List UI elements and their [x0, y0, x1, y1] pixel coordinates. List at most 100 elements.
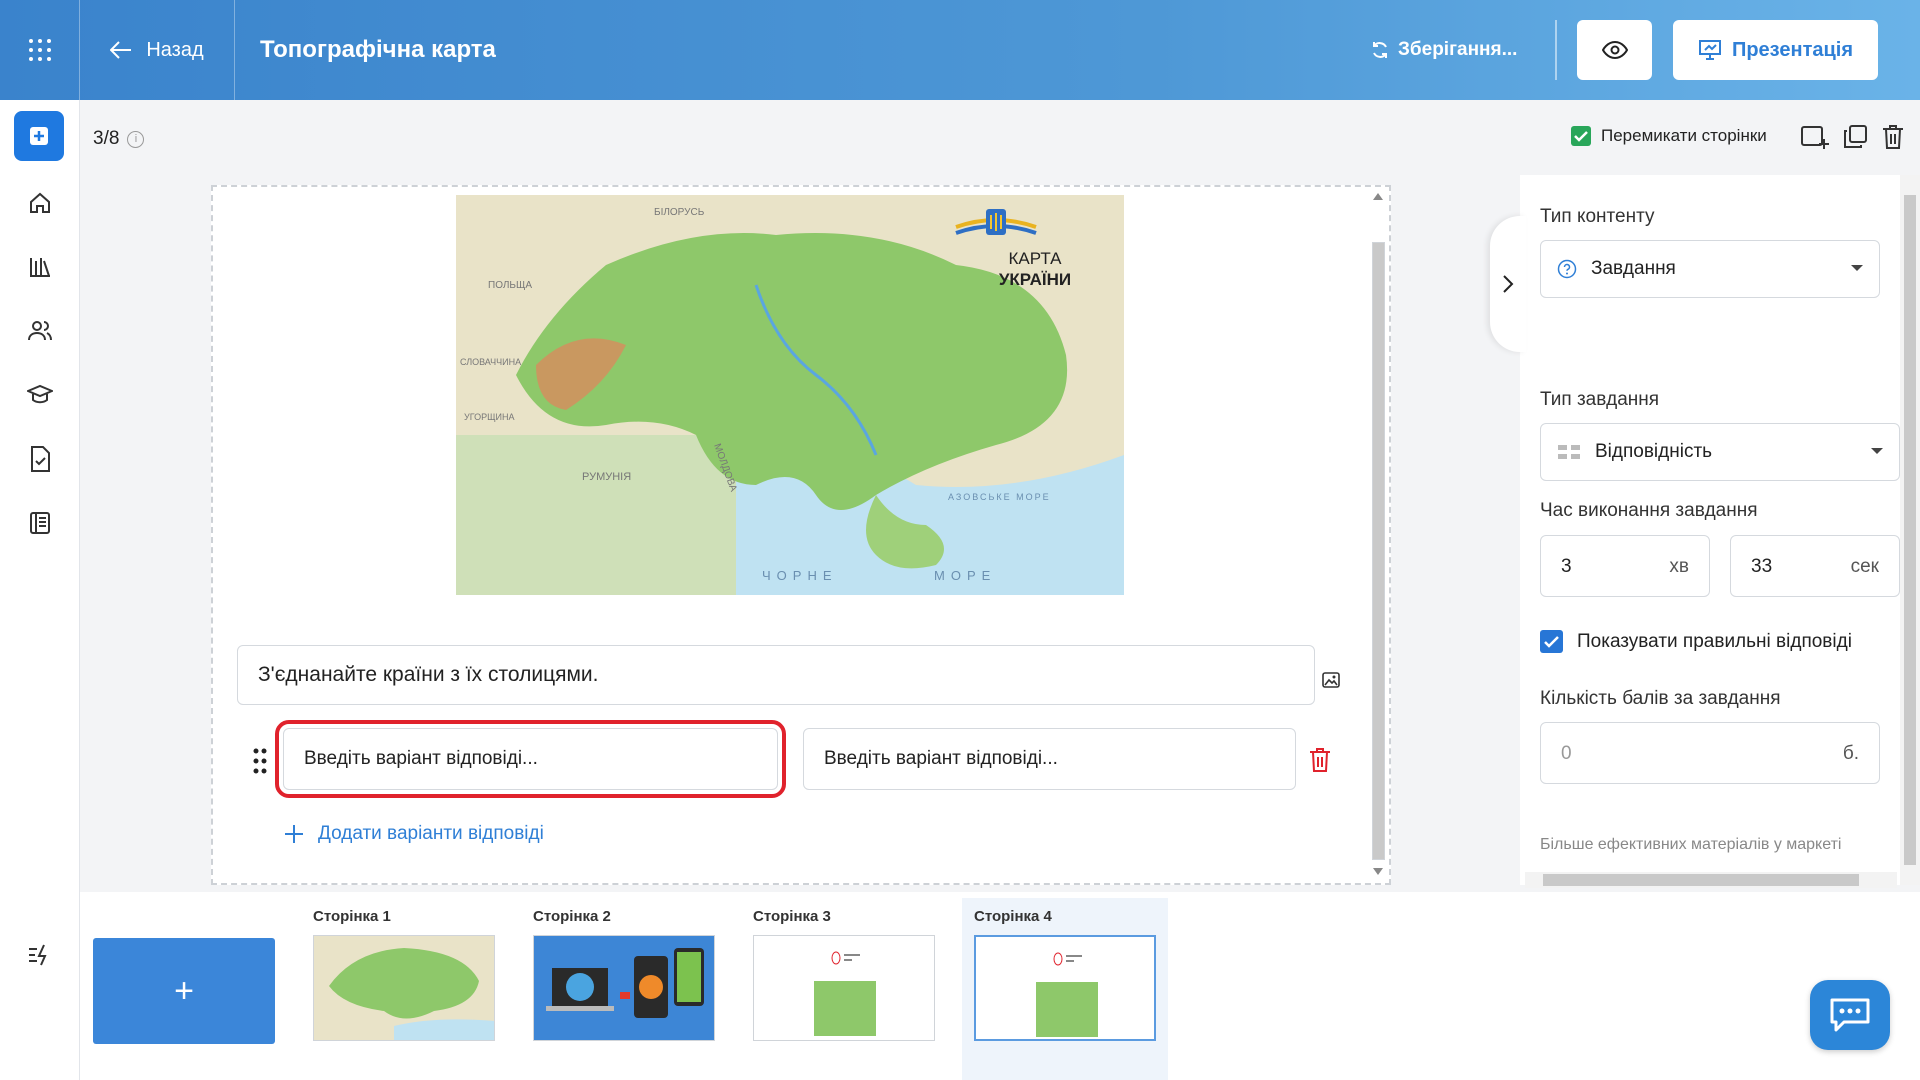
collapse-panel-button[interactable] [1490, 216, 1526, 352]
answer-right-input[interactable]: Введіть варіант відповіді... [803, 728, 1296, 790]
map-thumbnail [314, 936, 494, 1040]
scroll-up-icon[interactable] [1373, 192, 1383, 200]
drag-handle-icon[interactable] [252, 747, 268, 775]
saving-status: Зберігання... [1370, 0, 1517, 100]
switch-pages-checkbox[interactable] [1571, 126, 1591, 146]
page-thumb-1[interactable]: Сторінка 1 [313, 898, 495, 1041]
chat-bubble-icon [1830, 998, 1870, 1032]
back-button[interactable]: Назад [80, 0, 235, 100]
chevron-right-icon [1503, 275, 1514, 293]
page-title[interactable]: Топографічна карта [260, 0, 496, 100]
sidebar-item-courses[interactable] [25, 380, 55, 410]
users-icon [28, 321, 52, 341]
answer-left-input[interactable]: Введіть варіант відповіді... [275, 720, 786, 798]
map-label-belarus: БІЛОРУСЬ [654, 207, 705, 218]
sidebar-item-library[interactable] [25, 252, 55, 282]
checkmark-icon [1574, 131, 1588, 142]
time-seconds-unit: сек [1850, 556, 1879, 577]
task-type-value: Відповідність [1595, 441, 1713, 462]
back-label: Назад [146, 38, 204, 61]
page-counter-text: 3/8 [93, 128, 120, 149]
preview-button[interactable] [1577, 20, 1652, 80]
content-type-label: Тип контенту [1540, 206, 1655, 227]
devices-thumbnail [534, 936, 714, 1040]
scroll-down-icon[interactable] [1373, 868, 1383, 876]
page-thumb-image [533, 935, 715, 1041]
map-label-slovakia: СЛОВАЧЧИНА [460, 357, 521, 367]
answer-right-placeholder: Введіть варіант відповіді... [824, 748, 1058, 769]
document-check-icon [31, 446, 50, 472]
left-sidebar [0, 100, 80, 1080]
divider [1555, 20, 1557, 80]
switch-pages-label: Перемикати сторінки [1601, 126, 1767, 145]
task-thumbnail [976, 937, 1154, 1039]
ukraine-map-illustration: КАРТА УКРАЇНИ БІЛОРУСЬ ПОЛЬЩА СЛОВАЧЧИНА… [456, 195, 1124, 595]
checkmark-icon [1544, 635, 1559, 648]
page-thumb-4[interactable]: Сторінка 4 [962, 898, 1168, 1080]
journal-icon [30, 512, 50, 534]
page-counter: 3/8 i [93, 128, 145, 150]
time-minutes-input[interactable]: 3 хв [1540, 535, 1710, 597]
settings-hscrollbar[interactable] [1525, 872, 1897, 888]
task-type-label: Тип завдання [1540, 389, 1660, 410]
map-label-hungary: УГОРЩИНА [464, 412, 515, 422]
task-type-select[interactable]: Відповідність [1540, 423, 1900, 481]
content-type-select[interactable]: Завдання [1540, 240, 1880, 298]
settings-scroll-thumb[interactable] [1904, 195, 1916, 865]
page-thumb-image [974, 935, 1156, 1041]
settings-hscroll-thumb[interactable] [1543, 874, 1859, 886]
settings-scrollbar[interactable] [1900, 175, 1920, 885]
points-placeholder: 0 [1561, 743, 1572, 764]
apps-grid-button[interactable] [0, 0, 80, 100]
sidebar-item-users[interactable] [25, 316, 55, 346]
page-thumb-2[interactable]: Сторінка 2 [533, 898, 715, 1041]
map-label-black: ЧОРНЕ [762, 568, 838, 583]
add-content-button[interactable] [14, 111, 64, 161]
delete-page-button[interactable] [1878, 122, 1908, 152]
time-seconds-input[interactable]: 33 сек [1730, 535, 1900, 597]
add-answers-button[interactable]: Додати варіанти відповіді [284, 823, 544, 845]
arrow-left-icon [110, 41, 132, 59]
page-thumb-image [313, 935, 495, 1041]
eye-icon [1601, 41, 1628, 59]
points-unit: б. [1842, 743, 1859, 764]
page-thumb-3[interactable]: Сторінка 3 [753, 898, 935, 1041]
sync-icon [1373, 42, 1387, 58]
delete-answer-icon[interactable] [1308, 747, 1332, 773]
plus-icon [285, 825, 303, 843]
question-circle-icon [1557, 259, 1577, 279]
sidebar-item-home[interactable] [25, 188, 55, 218]
show-answers-toggle[interactable]: Показувати правильні відповіді [1540, 630, 1852, 653]
question-field[interactable]: З'єднанайте країни з їх столицями. [237, 645, 1315, 705]
add-slide-button[interactable] [1800, 122, 1830, 152]
content-type-value: Завдання [1591, 258, 1676, 279]
map-title-line2: УКРАЇНИ [999, 270, 1071, 289]
map-image[interactable]: КАРТА УКРАЇНИ БІЛОРУСЬ ПОЛЬЩА СЛОВАЧЧИНА… [456, 195, 1124, 595]
market-link[interactable]: Більше ефективних матеріалів у маркеті [1540, 836, 1841, 854]
canvas-scrollbar[interactable] [1370, 190, 1386, 880]
sidebar-item-tasks[interactable] [25, 444, 55, 474]
page-thumb-image [753, 935, 935, 1041]
scroll-thumb[interactable] [1372, 242, 1385, 860]
plus-square-icon [30, 127, 48, 145]
sidebar-item-quick-actions[interactable] [25, 940, 55, 970]
home-icon [30, 192, 50, 213]
chat-button[interactable] [1810, 980, 1890, 1050]
question-text: З'єднанайте країни з їх столицями. [258, 663, 599, 686]
switch-pages-toggle[interactable]: Перемикати сторінки [1571, 126, 1767, 146]
points-input[interactable]: 0 б. [1540, 722, 1880, 784]
duplicate-button[interactable] [1840, 122, 1870, 152]
lightning-list-icon [29, 944, 47, 966]
map-label-romania: РУМУНІЯ [582, 471, 631, 483]
sidebar-item-journal[interactable] [25, 508, 55, 538]
page-thumb-label: Сторінка 3 [753, 908, 831, 925]
add-answers-label: Додати варіанти відповіді [318, 823, 544, 844]
add-page-button[interactable]: + [93, 938, 275, 1044]
time-minutes-value: 3 [1561, 556, 1572, 577]
image-icon[interactable] [1321, 670, 1341, 690]
presentation-button[interactable]: Презентація [1673, 20, 1878, 80]
chevron-down-icon [1871, 448, 1883, 454]
map-label-sea: МОРЕ [934, 568, 996, 583]
info-icon[interactable]: i [127, 130, 145, 148]
show-answers-checkbox[interactable] [1540, 630, 1563, 653]
